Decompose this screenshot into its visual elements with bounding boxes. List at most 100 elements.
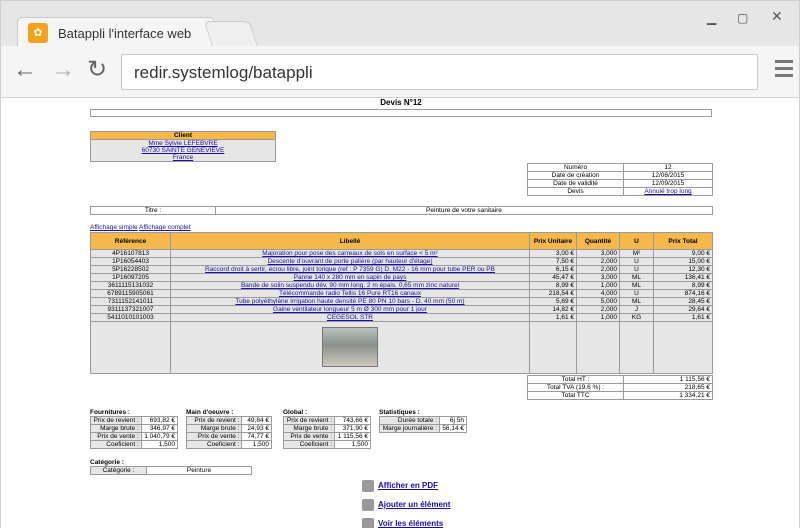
action-pdf[interactable]: Afficher en PDF [362, 480, 438, 492]
stat-label: Prix de vente : [90, 432, 142, 441]
ajouter-element-link[interactable]: Ajouter un élément [378, 500, 450, 509]
item-libelle-link[interactable]: Descente d'ouvrant de porte palière (par… [267, 258, 432, 265]
item-cell: 3,000 [576, 273, 620, 282]
forward-arrow-icon[interactable]: → [51, 58, 75, 82]
page-title: Devis N°12 [380, 98, 422, 107]
item-libelle: Panne 140 x 280 mm en sapin de pays [170, 273, 530, 282]
col-quantite: Quantité [576, 232, 620, 250]
item-cell: U [619, 265, 654, 274]
statistiques-block: Statistiques : Durée totale :6j 5h Marge… [379, 409, 468, 433]
titre-label: Titre : [90, 206, 216, 215]
item-cell: 6,15 € [529, 265, 577, 274]
item-cell: 1,000 [576, 281, 620, 290]
affichage-complet-link[interactable]: Affichage complet [139, 224, 191, 231]
action-add[interactable]: Ajouter un élément [362, 499, 450, 511]
item-cell: 1,61 € [529, 313, 577, 322]
item-libelle-link[interactable]: Majoration pour pose des carreaux de sol… [262, 250, 437, 257]
maximize-icon[interactable]: ▢ [737, 11, 748, 25]
address-bar[interactable]: redir.systemlog/batappli [121, 54, 758, 90]
stat-value: 6j 5h [438, 416, 468, 425]
minimize-icon[interactable]: ▁ [707, 11, 716, 25]
tab-title: Batappli l'interface web [58, 26, 192, 41]
categorie-block: Catégorie : Catégorie : Peinture [90, 459, 252, 475]
hamburger-menu-icon[interactable] [775, 60, 793, 81]
table-row: 5411010101003 CEGESOL STR 1,61 €1,000 KG 1,6… [90, 313, 713, 322]
client-box: Client Mme Sylvie LEFEBVRE 60730 SAINTE G… [90, 131, 276, 162]
item-cell: 1P16054403 [90, 257, 171, 266]
item-cell: 6789115905061 [90, 289, 171, 298]
item-cell: 3,00 € [529, 249, 577, 258]
item-libelle-link[interactable]: Panne 140 x 280 mm en sapin de pays [294, 274, 407, 281]
items-table: Référence Libellé Prix Unitaire Quantité… [90, 232, 713, 374]
pdf-icon [362, 480, 374, 492]
stat-value: 693,82 € [140, 416, 179, 425]
new-tab-button[interactable] [203, 21, 259, 47]
item-libelle: Gaine ventilateur longueur 5 m Ø 300 mm … [170, 305, 530, 314]
client-name-link[interactable]: Mme Sylvie LEFEBVRE [148, 140, 217, 147]
action-view[interactable]: Voir les éléments [362, 518, 443, 528]
stat-value: 1 115,56 € [334, 432, 371, 441]
categorie-title: Catégorie : [90, 459, 124, 466]
item-libelle: Majoration pour pose des carreaux de sol… [170, 249, 530, 258]
stat-value: 1 040,79 € [140, 432, 179, 441]
item-cell: 45,47 € [529, 273, 577, 282]
total-label: Total TVA (19,6 %) : [527, 383, 624, 392]
item-libelle-link[interactable]: Tube polyéthylène Irrigation haute densi… [235, 298, 464, 305]
voir-elements-link[interactable]: Voir les éléments [378, 519, 443, 528]
info-label: Date de création [527, 171, 624, 180]
totals-table: Total HT :1 115,56 € Total TVA (19,6 %) … [527, 375, 713, 400]
browser-tab[interactable]: ✿ Batappli l'interface web [17, 17, 215, 49]
item-cell: 2,000 [576, 305, 620, 314]
item-cell: 1,61 € [653, 313, 713, 322]
item-cell: 12,30 € [653, 265, 713, 274]
stat-label: Marge journalière : [379, 424, 440, 433]
item-libelle-link[interactable]: Télécommande radio Tellis 16 Pure RT16 c… [279, 290, 421, 297]
app-favicon-icon: ✿ [28, 23, 48, 43]
global-block: Global : Prix de revient :743,66 € Marge… [282, 409, 371, 449]
total-value: 1 115,56 € [623, 375, 713, 384]
item-libelle-link[interactable]: Bande de solin suspendu dév. 90 mm long.… [241, 282, 459, 289]
close-icon[interactable]: ✕ [771, 8, 783, 25]
item-cell: M² [619, 249, 654, 258]
stat-value: 1,500 [140, 440, 179, 449]
table-row: 3611115131032 Bande de solin suspendu dév… [90, 281, 713, 290]
client-country-link[interactable]: France [173, 154, 193, 161]
item-cell: 8,99 € [653, 281, 713, 290]
affichage-simple-link[interactable]: Affichage simple [90, 224, 138, 231]
stat-value: 74,77 € [241, 432, 272, 441]
url-text: redir.systemlog/batappli [134, 63, 313, 82]
back-arrow-icon[interactable]: ← [13, 58, 37, 82]
client-header: Client [90, 131, 276, 140]
item-cell: U [619, 257, 654, 266]
table-row: 9311137321007 Gaine ventilateur longueur … [90, 305, 713, 314]
reload-icon[interactable]: ↻ [87, 58, 107, 82]
item-cell: 4,000 [576, 289, 620, 298]
item-libelle: CEGESOL STR [170, 313, 530, 322]
titre-value: Peinture de votre sanitaire [215, 206, 713, 215]
item-libelle-link[interactable]: Raccord droit à sertir, écrou libre, joi… [205, 266, 495, 273]
item-cell: 7,50 € [529, 257, 577, 266]
item-cell: 3,000 [576, 249, 620, 258]
item-cell: 9311137321007 [90, 305, 171, 314]
item-libelle-link[interactable]: Gaine ventilateur longueur 5 m Ø 300 mm … [273, 306, 427, 313]
item-libelle-link[interactable]: CEGESOL STR [327, 314, 373, 321]
item-cell: 2,000 [576, 265, 620, 274]
statistiques-title: Statistiques : [379, 409, 420, 416]
table-row: 5P16228502 Raccord droit à sertir, écrou … [90, 265, 713, 274]
fournitures-title: Fournitures : [90, 409, 131, 416]
view-elements-icon [362, 518, 374, 528]
item-libelle: Tube polyéthylène Irrigation haute densi… [170, 297, 530, 306]
categorie-label: Catégorie : [90, 466, 147, 475]
afficher-pdf-link[interactable]: Afficher en PDF [378, 481, 438, 490]
stat-label: Marge brute : [90, 424, 142, 433]
global-title: Global : [283, 409, 308, 416]
stat-label: Prix de revient : [90, 416, 142, 425]
main-oeuvre-block: Main d'oeuvre : Prix de revient :49,84 €… [185, 409, 272, 449]
browser-window: ✿ Batappli l'interface web ▁ ▢ ✕ ← → ↻ r… [0, 0, 800, 528]
devis-status-link[interactable]: Annulé trop long [644, 188, 691, 195]
total-label: Total TTC [527, 391, 624, 400]
item-cell: 29,64 € [653, 305, 713, 314]
client-city-link[interactable]: 60730 SAINTE GENEVIEVE [142, 147, 225, 154]
stat-value: 1,500 [241, 440, 272, 449]
item-cell: 8,99 € [529, 281, 577, 290]
